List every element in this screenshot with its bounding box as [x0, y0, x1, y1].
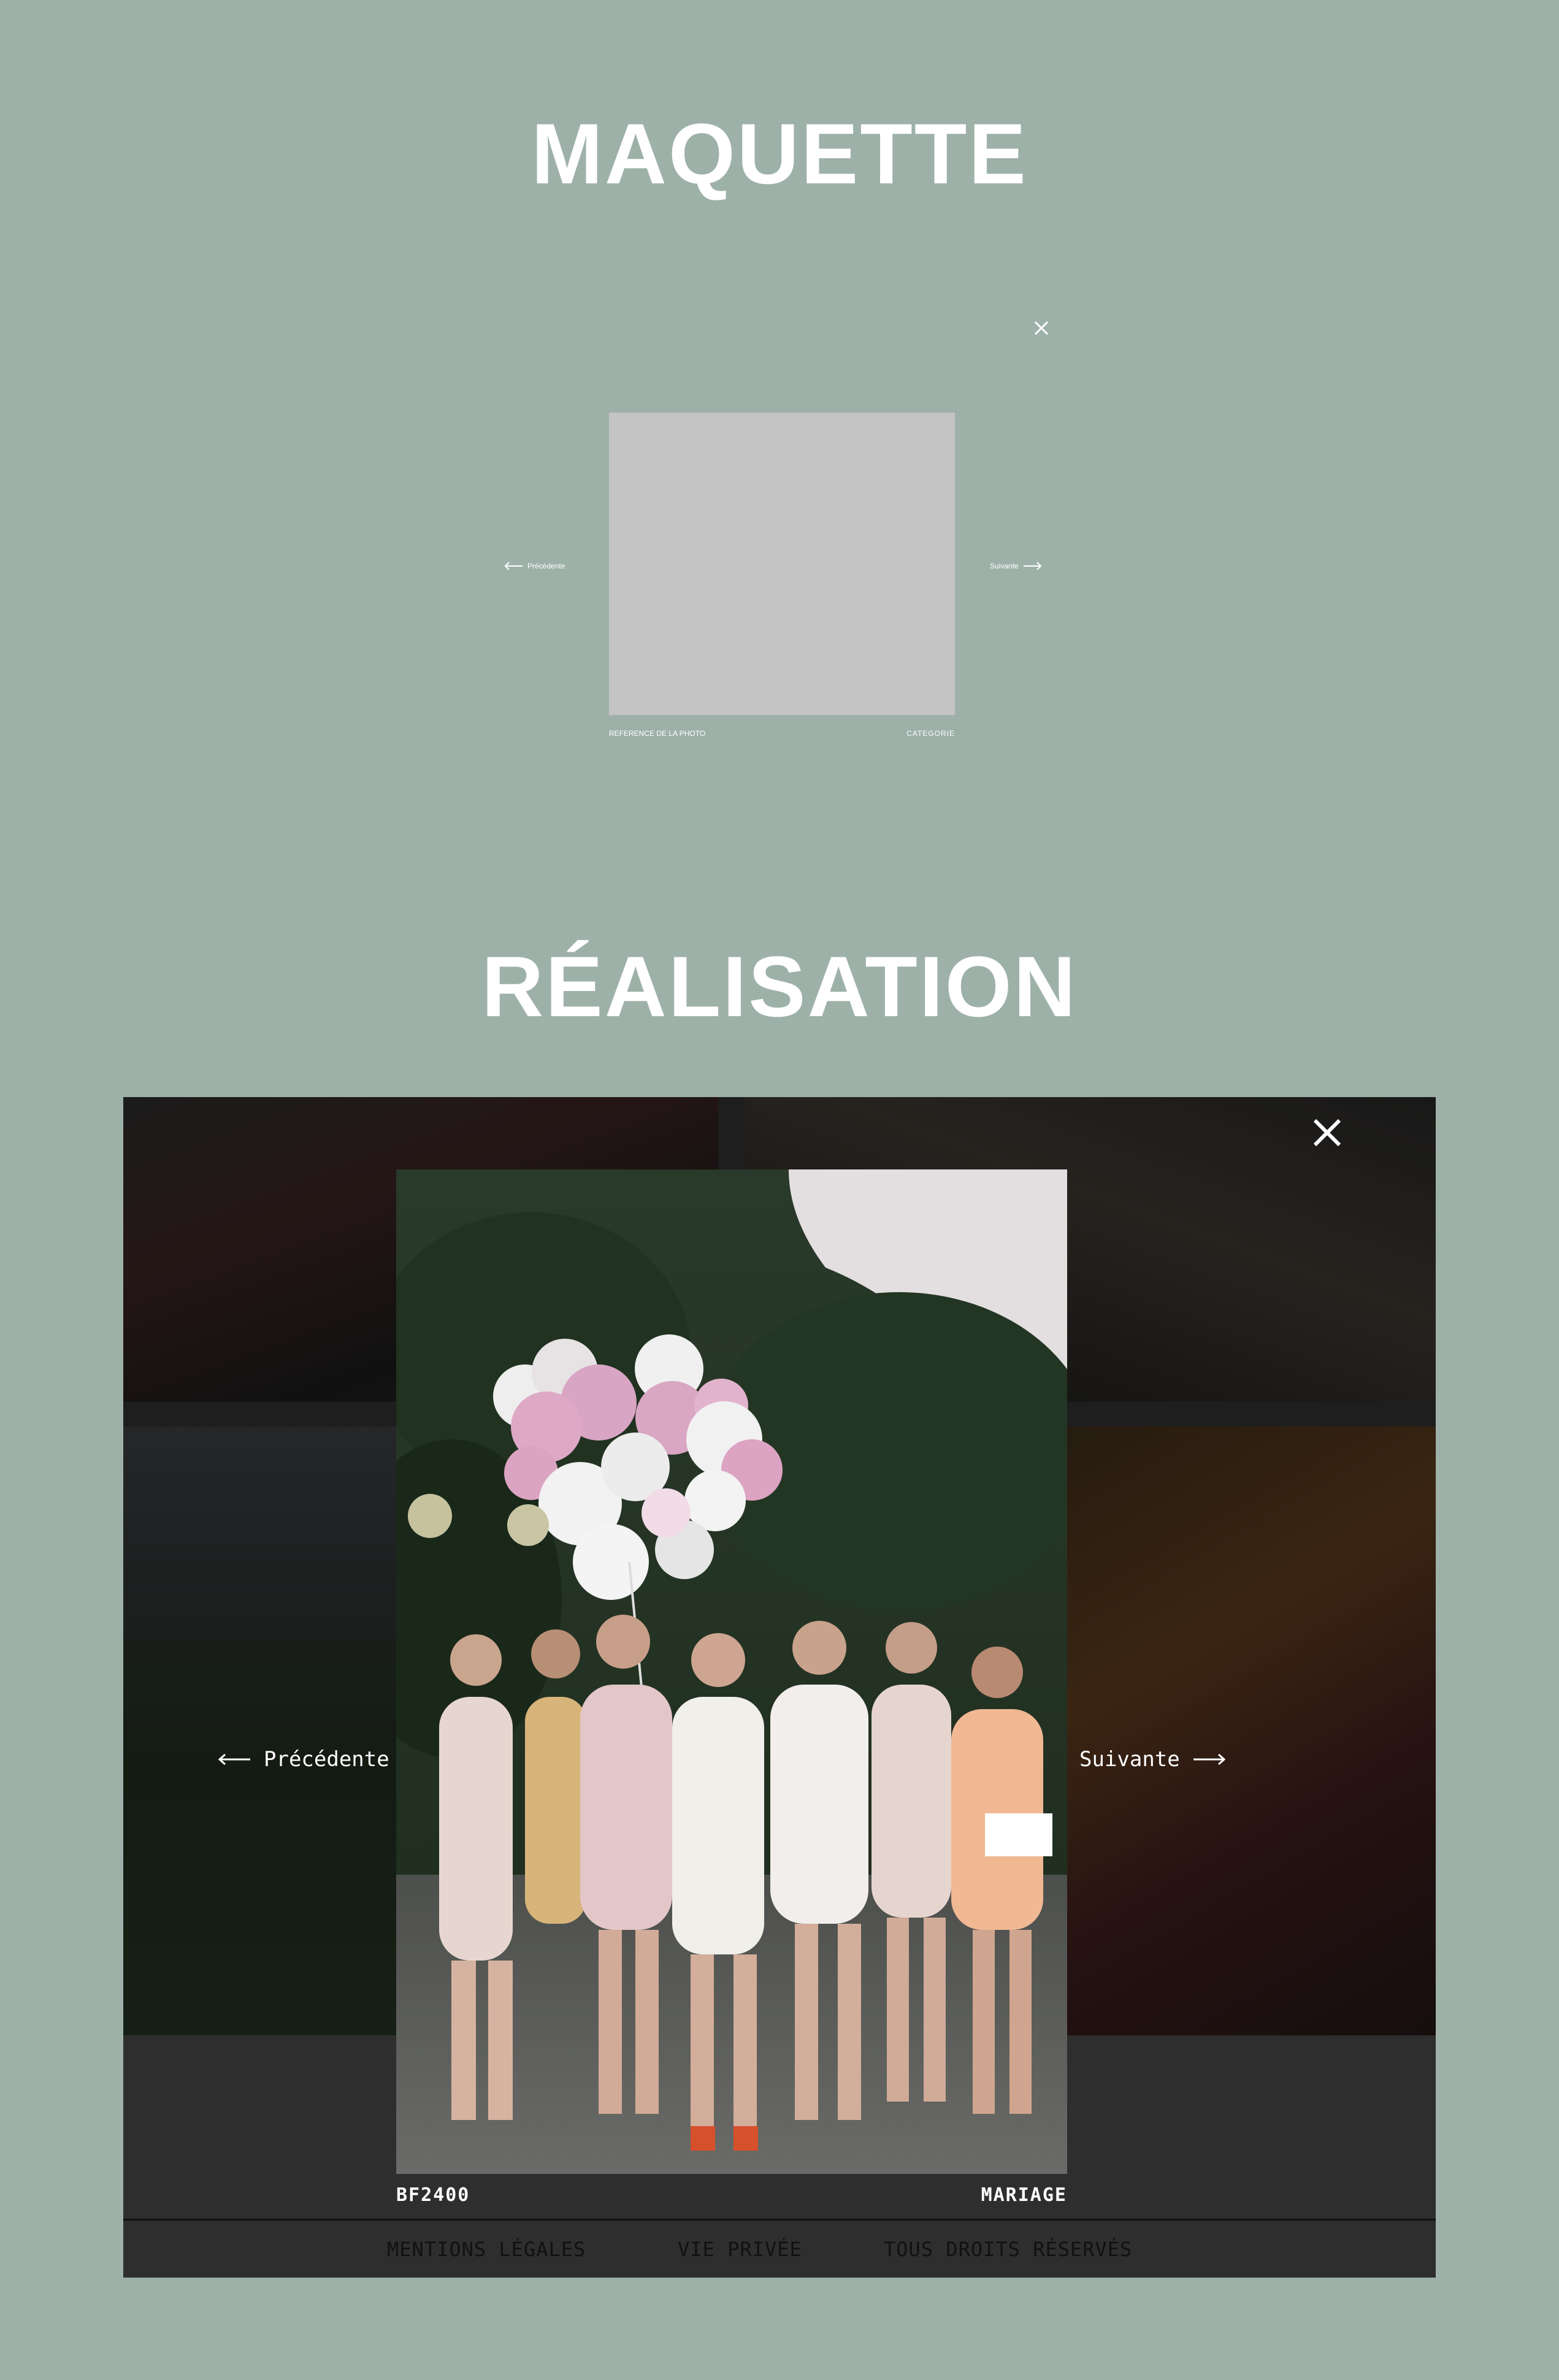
maquette-photo-placeholder	[609, 413, 955, 715]
footer-link-mentions-legales[interactable]: MENTIONS LÉGALES	[387, 2238, 586, 2261]
lightbox-photo-reference: BF2400	[396, 2184, 470, 2206]
lightbox-prev-button[interactable]: Précédente	[218, 1747, 389, 1772]
maquette-prev-button[interactable]: Précédente	[504, 562, 565, 570]
arrow-left-icon	[504, 562, 523, 570]
lightbox-close-button[interactable]	[1310, 1115, 1344, 1150]
lightbox-prev-label: Précédente	[264, 1747, 389, 1772]
close-icon	[1034, 321, 1049, 335]
maquette-next-label: Suivante	[990, 562, 1019, 570]
footer-link-droits-reserves[interactable]: TOUS DROITS RÉSERVÉS	[884, 2238, 1132, 2261]
maquette-photo-category: CATEGORIE	[906, 729, 955, 738]
maquette-close-button[interactable]	[1029, 316, 1054, 340]
lightbox: Précédente Suivante BF2400 MARIAGE MENTI…	[123, 1097, 1436, 2278]
maquette-prev-label: Précédente	[527, 562, 565, 570]
photo-illustration	[396, 1169, 1067, 2174]
realisation-title: RÉALISATION	[481, 938, 1078, 1035]
footer: MENTIONS LÉGALES VIE PRIVÉE TOUS DROITS …	[123, 2221, 1436, 2278]
lightbox-next-label: Suivante	[1079, 1747, 1180, 1772]
lightbox-photo	[396, 1169, 1067, 2174]
lightbox-next-button[interactable]: Suivante	[1079, 1747, 1225, 1772]
arrow-right-icon	[1193, 1753, 1225, 1766]
maquette-title: MAQUETTE	[531, 105, 1028, 202]
arrow-right-icon	[1023, 562, 1042, 570]
maquette-next-button[interactable]: Suivante	[990, 562, 1042, 570]
close-icon	[1313, 1119, 1341, 1147]
footer-link-vie-privee[interactable]: VIE PRIVÉE	[678, 2238, 802, 2261]
maquette-photo-reference: REFERENCE DE LA PHOTO	[609, 729, 706, 738]
arrow-left-icon	[218, 1753, 250, 1766]
lightbox-photo-category: MARIAGE	[981, 2184, 1067, 2206]
